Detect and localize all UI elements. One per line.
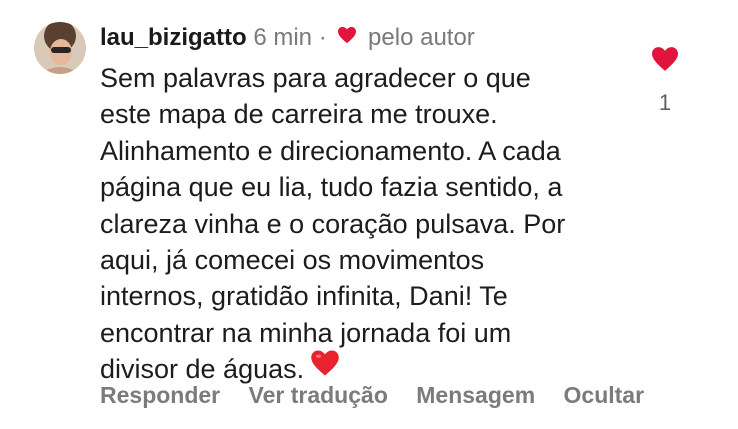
avatar-image [34, 22, 86, 74]
reply-button[interactable]: Responder [100, 380, 220, 410]
comment-line: aqui, já comecei os movimentos [100, 245, 485, 276]
comment-text: Sem palavras para agradecer o que este m… [100, 60, 660, 388]
comment-line: Alinhamento e direcionamento. A cada [100, 135, 561, 166]
comment-line: página que eu lia, tudo fazia sentido, a [100, 172, 563, 203]
hide-button[interactable]: Ocultar [564, 380, 645, 410]
username-link[interactable]: lau_bizigatto [100, 24, 247, 51]
comment-line: este mapa de carreira me trouxe. [100, 99, 498, 130]
like-button[interactable] [650, 46, 680, 72]
avatar[interactable] [34, 22, 86, 74]
comment-header: lau_bizigatto 6 min · pelo autor [100, 22, 475, 54]
translate-button[interactable]: Ver tradução [249, 380, 388, 410]
liked-by-author-label: pelo autor [368, 24, 475, 51]
message-button[interactable]: Mensagem [416, 380, 535, 410]
comment-line: internos, gratidão infinita, Dani! Te [100, 281, 508, 312]
separator-dot: · [318, 24, 327, 51]
comment-line: clareza vinha e o coração pulsava. Por [100, 208, 566, 239]
comment-line: Sem palavras para agradecer o que [100, 63, 531, 93]
comment-line: encontrar na minha jornada foi um [100, 317, 512, 348]
author-heart-icon [337, 21, 357, 53]
comment-actions: Responder Ver tradução Mensagem Ocultar [100, 380, 666, 410]
timestamp: 6 min [253, 24, 313, 51]
like-count: 1 [658, 90, 672, 115]
heart-icon [652, 47, 678, 71]
